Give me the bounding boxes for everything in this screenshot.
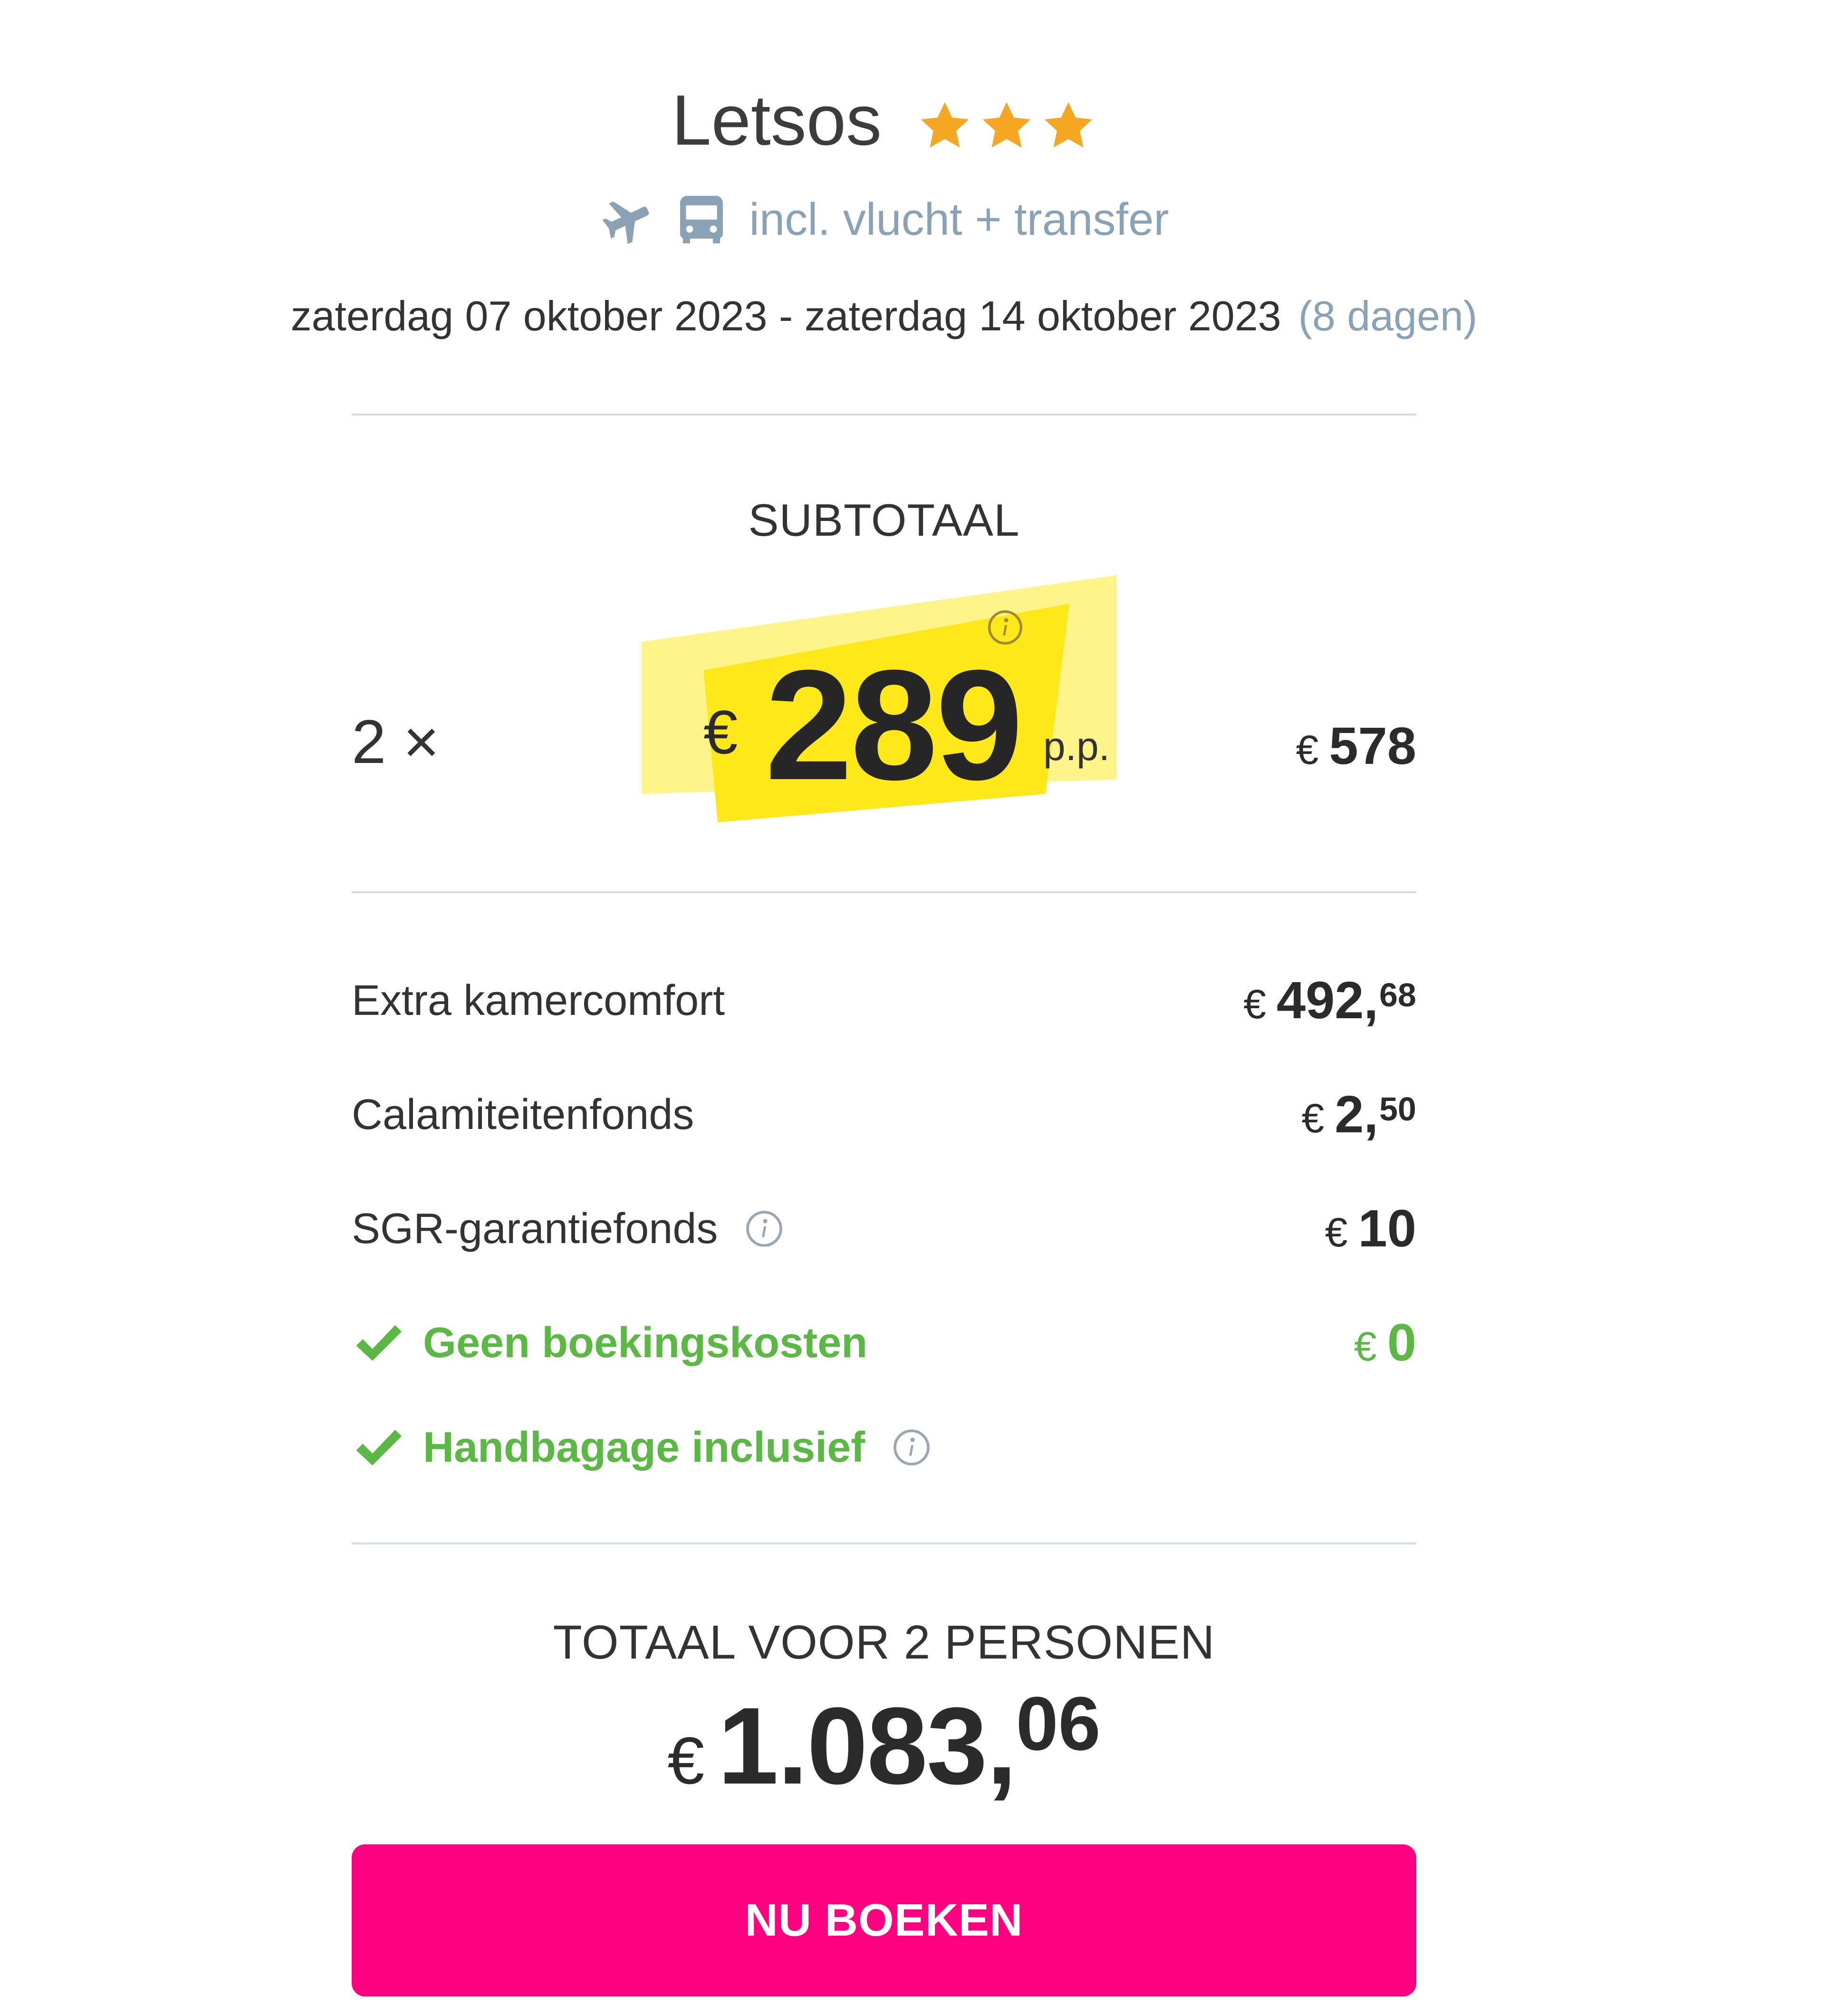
cost-value: €2,50 (1302, 1084, 1416, 1149)
info-icon[interactable] (744, 1209, 784, 1249)
cost-label: Calamiteitenfonds (352, 1091, 694, 1138)
currency-symbol: € (1296, 727, 1319, 773)
cost-label: Extra kamercomfort (352, 977, 725, 1024)
cost-amount: 10 (1358, 1199, 1416, 1258)
hotel-title: Letsos (0, 71, 1768, 163)
checkmark-icon (352, 1423, 404, 1471)
trip-duration: (8 dagen) (1298, 292, 1478, 339)
checkmark-icon (352, 1319, 404, 1366)
airplane-icon (599, 191, 656, 248)
total-main: 1.083, (718, 1685, 1017, 1807)
cost-row-handbagage-inclusief: Handbagage inclusief (352, 1412, 1416, 1478)
per-person-suffix: p.p. (1043, 724, 1110, 769)
currency-symbol: € (1354, 1324, 1377, 1370)
total-amount: €1.083,06 (0, 1681, 1768, 1809)
subtotal-line-total: €578 (1296, 713, 1416, 783)
cost-value: €492,68 (1243, 970, 1416, 1035)
total-decimals: 06 (1016, 1681, 1101, 1766)
price-per-person: 289 (765, 637, 1023, 812)
cost-decimals: 50 (1379, 1090, 1416, 1128)
cost-amount: 0 (1387, 1313, 1416, 1372)
transport-info: incl. vlucht + transfer (0, 185, 1768, 251)
price-summary-panel: Letsos incl. vlucht + transfer zaterdag … (0, 0, 1825, 2016)
subtotal-label: SUBTOTAAL (748, 495, 1020, 546)
cost-value: €0 (1354, 1312, 1416, 1378)
currency-symbol: € (703, 697, 738, 767)
travel-dates: zaterdag 07 oktober 2023 - zaterdag 14 o… (0, 288, 1768, 345)
divider (352, 891, 1416, 893)
currency-symbol: € (1301, 1096, 1325, 1141)
currency-symbol: € (1243, 982, 1267, 1027)
book-now-button[interactable]: NU BOEKEN (352, 1844, 1416, 1997)
price-per-person-badge: € 289 p.p. (642, 575, 1126, 832)
cost-decimals: 68 (1379, 976, 1416, 1013)
cost-value: €10 (1325, 1198, 1416, 1264)
traveller-quantity: 2 × (352, 707, 440, 776)
transport-text: incl. vlucht + transfer (749, 193, 1169, 245)
hotel-name: Letsos (672, 80, 882, 160)
bus-icon (673, 191, 730, 248)
divider (352, 414, 1416, 415)
cost-row-geen-boekingskosten: Geen boekingskosten €0 (352, 1307, 1416, 1374)
cost-label: SGR-garantiefonds (352, 1203, 784, 1255)
date-range: zaterdag 07 oktober 2023 - zaterdag 14 o… (290, 292, 1281, 339)
cost-label-text: Handbagage inclusief (423, 1424, 865, 1471)
total-label: TOTAAL VOOR 2 PERSONEN (553, 1616, 1215, 1669)
line-total-amount: 578 (1329, 717, 1416, 775)
currency-symbol: € (1325, 1210, 1348, 1255)
cost-row-calamiteitenfonds: Calamiteitenfonds €2,50 (352, 1079, 1416, 1146)
star-icon (917, 98, 973, 154)
cost-amount: 492, (1277, 971, 1379, 1030)
cost-row-extra-kamercomfort: Extra kamercomfort €492,68 (352, 965, 1416, 1032)
info-icon[interactable] (892, 1428, 932, 1467)
cost-label: Handbagage inclusief (423, 1421, 932, 1474)
divider (352, 1543, 1416, 1544)
cost-label: Geen boekingskosten (423, 1319, 868, 1367)
star-icon (1040, 98, 1096, 154)
star-icon (979, 98, 1035, 154)
cost-label-text: SGR-garantiefonds (352, 1205, 718, 1253)
hotel-stars (911, 77, 1096, 163)
cost-row-sgr-garantiefonds: SGR-garantiefonds €10 (352, 1193, 1416, 1260)
cost-amount: 2, (1335, 1085, 1379, 1144)
currency-symbol: € (667, 1723, 705, 1798)
